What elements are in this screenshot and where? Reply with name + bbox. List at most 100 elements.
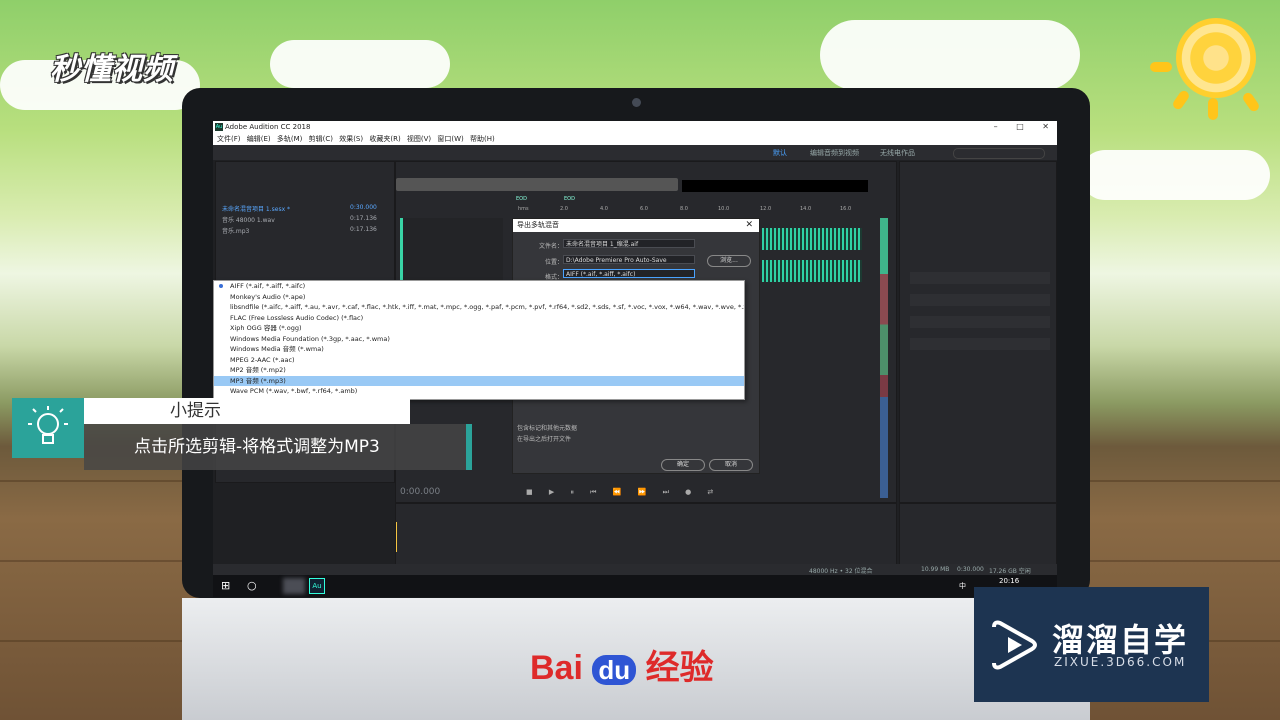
- open-after-export-checkbox[interactable]: 在导出之后打开文件: [517, 434, 571, 443]
- audio-waveform[interactable]: [762, 228, 862, 250]
- title-bar: Au Adobe Audition CC 2018 – □ ✕: [213, 121, 1057, 134]
- sun-icon: [1176, 18, 1256, 98]
- clock[interactable]: 20:16: [999, 577, 1019, 585]
- levels-panel: [395, 503, 897, 565]
- cloud: [820, 20, 1080, 90]
- format-select[interactable]: AIFF (*.aif, *.aiff, *.aifc): [563, 269, 695, 278]
- miaodong-logo: 秒懂视频: [50, 52, 174, 87]
- status-bar: 48000 Hz • 32 位混合 10.99 MB 0:30.000 17.2…: [213, 564, 1057, 575]
- track-lane: [400, 218, 503, 288]
- search-help-input[interactable]: [953, 148, 1045, 159]
- sun-ray: [1171, 88, 1191, 112]
- transport-controls[interactable]: ■ ▶ ⏸ ⏮ ⏪ ⏩ ⏭ ● ⇄: [526, 488, 720, 497]
- menu-effects[interactable]: 效果(S): [339, 135, 363, 143]
- menu-view[interactable]: 视图(V): [407, 135, 431, 143]
- music-button[interactable]: [910, 294, 1050, 306]
- tip-heading: 小提示: [84, 398, 410, 424]
- format-option-wmf[interactable]: Windows Media Foundation (*.3gp, *.aac, …: [214, 334, 744, 345]
- windows-start-icon[interactable]: ⊞: [221, 579, 230, 592]
- workspace-video[interactable]: 编辑音频到视频: [810, 148, 859, 158]
- dialog-title: 导出多轨混音: [517, 221, 559, 229]
- format-option-libsndfile[interactable]: libsndfile (*.aifc, *.aiff, *.au, *.avr,…: [214, 302, 744, 313]
- timecode-display: 0:00.000: [400, 487, 441, 497]
- ok-button[interactable]: 确定: [661, 459, 705, 471]
- metadata-checkbox[interactable]: 包含标记和其他元数据: [517, 423, 577, 432]
- track-color-strip: [880, 218, 888, 498]
- lightbulb-icon: [12, 398, 84, 458]
- menu-clip[interactable]: 剪辑(C): [309, 135, 333, 143]
- ambience-button[interactable]: [910, 338, 1050, 350]
- play-icon: [992, 620, 1037, 670]
- format-option-mp2[interactable]: MP2 音频 (*.mp2): [214, 365, 744, 376]
- cloud: [270, 40, 450, 88]
- window-title: Adobe Audition CC 2018: [225, 123, 311, 131]
- ime-indicator[interactable]: 中: [959, 581, 966, 591]
- baidu-paw-icon: du: [592, 654, 637, 685]
- location-select[interactable]: D:\Adobe Premiere Pro Auto-Save: [563, 255, 695, 264]
- menu-help[interactable]: 帮助(H): [470, 135, 495, 143]
- menu-edit[interactable]: 编辑(E): [247, 135, 271, 143]
- essential-sound-panel: [899, 161, 1057, 503]
- dialog-title-bar: 导出多轨混音 ✕: [513, 219, 759, 232]
- baidu-jingyan: 经验: [645, 649, 714, 687]
- workspace-radio[interactable]: 无线电作品: [880, 148, 915, 158]
- filename-label: 文件名：: [539, 243, 564, 250]
- format-option-ape[interactable]: Monkey's Audio (*.ape): [214, 292, 744, 303]
- file-size: 10.99 MB: [921, 566, 950, 573]
- audio-waveform[interactable]: [762, 260, 862, 282]
- format-option-mp3[interactable]: MP3 音频 (*.mp3): [214, 375, 744, 386]
- zixue-watermark: 溜溜自学 ZIXUE.3D66.COM: [974, 587, 1209, 702]
- blurred-app-icon[interactable]: [283, 578, 305, 594]
- format-option-aac[interactable]: MPEG 2-AAC (*.aac): [214, 355, 744, 366]
- sample-rate: 48000 Hz • 32 位混合: [809, 568, 873, 575]
- location-label: 位置：: [545, 259, 564, 266]
- maximize-button[interactable]: □: [1016, 122, 1024, 131]
- dialog-close-icon[interactable]: ✕: [745, 219, 753, 232]
- menu-multitrack[interactable]: 多轨(M): [277, 135, 303, 143]
- toolbar: 默认 编辑音频到视频 无线电作品: [213, 145, 1057, 160]
- eod-marker: EOD: [564, 196, 575, 202]
- file-item[interactable]: 未命名混音项目 1.sesx * 0:30.000: [222, 204, 377, 213]
- baidu-jingyan-logo: Bai du 经验: [530, 640, 714, 689]
- dialogue-button[interactable]: [910, 272, 1050, 284]
- audition-app-icon: Au: [215, 123, 223, 131]
- format-option-ogg[interactable]: Xiph OGG 容器 (*.ogg): [214, 323, 744, 334]
- cancel-button[interactable]: 取消: [709, 459, 753, 471]
- sun-ray: [1208, 98, 1218, 120]
- close-button[interactable]: ✕: [1042, 122, 1049, 131]
- playhead: [396, 522, 397, 552]
- cloud: [1080, 150, 1270, 200]
- menu-favorites[interactable]: 收藏夹(R): [369, 135, 400, 143]
- sun-ray: [1241, 90, 1261, 114]
- tip-overlay: 小提示 点击所选剪辑-将格式调整为MP3: [12, 398, 474, 470]
- eod-marker: EOD: [516, 196, 527, 202]
- menu-file[interactable]: 文件(F): [217, 135, 241, 143]
- zixue-url: ZIXUE.3D66.COM: [1054, 655, 1187, 669]
- overview-strip: [682, 180, 868, 192]
- browse-button[interactable]: 浏览...: [707, 255, 751, 267]
- sfx-button[interactable]: [910, 316, 1050, 328]
- menu-window[interactable]: 窗口(W): [437, 135, 463, 143]
- session-duration: 0:30.000: [957, 566, 984, 573]
- filename-input[interactable]: 未命名混音项目 1_缩混.aif: [563, 239, 695, 248]
- baidu-bai: Bai: [530, 649, 583, 687]
- minimize-button[interactable]: –: [994, 122, 998, 131]
- file-item[interactable]: 音乐.mp3 0:17.136: [222, 226, 377, 235]
- format-option-flac[interactable]: FLAC (Free Lossless Audio Codec) (*.flac…: [214, 313, 744, 324]
- free-space: 17.26 GB 空闲: [989, 568, 1031, 575]
- sun-ray: [1150, 62, 1172, 72]
- time-ruler: hms 2.0 4.0 6.0 8.0 10.0 12.0 14.0 16.0: [518, 206, 852, 212]
- format-dropdown-list: AIFF (*.aif, *.aiff, *.aifc) Monkey's Au…: [213, 280, 745, 400]
- workspace-default[interactable]: 默认: [773, 148, 787, 158]
- format-option-aiff[interactable]: AIFF (*.aif, *.aiff, *.aifc): [214, 281, 744, 292]
- search-icon[interactable]: ○: [247, 579, 257, 592]
- webcam: [632, 98, 641, 107]
- file-item[interactable]: 音乐 48000 1.wav 0:17.136: [222, 215, 377, 224]
- taskbar: ⊞ ○ Au 中 20:16: [213, 575, 1057, 597]
- overview-bar[interactable]: [396, 178, 678, 191]
- audition-taskbar-icon[interactable]: Au: [309, 578, 325, 594]
- selection-panel: [899, 503, 1057, 565]
- format-option-wav[interactable]: Wave PCM (*.wav, *.bwf, *.rf64, *.amb): [214, 386, 744, 397]
- menu-bar: 文件(F) 编辑(E) 多轨(M) 剪辑(C) 效果(S) 收藏夹(R) 视图(…: [213, 134, 1057, 145]
- format-option-wma[interactable]: Windows Media 音频 (*.wma): [214, 344, 744, 355]
